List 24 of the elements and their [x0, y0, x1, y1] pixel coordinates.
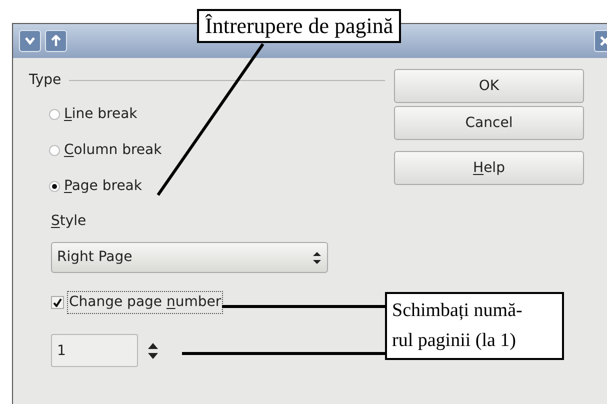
style-dropdown[interactable]: Right Page — [51, 242, 328, 273]
radio-label[interactable]: Column break — [64, 140, 162, 160]
dialog-button[interactable]: Help — [394, 151, 584, 185]
dialog-button[interactable]: OK — [394, 69, 584, 103]
callout-box: Schimbați numă- rul paginii (la 1) — [385, 292, 564, 360]
radio-label[interactable]: Page break — [64, 176, 142, 196]
callout-box: Întrerupere de pagină — [197, 9, 402, 43]
dialog-button[interactable]: Cancel — [394, 106, 584, 140]
radio-button[interactable] — [49, 180, 60, 192]
collapse-button[interactable] — [19, 30, 41, 52]
up-down-arrows-icon — [312, 250, 322, 264]
chevron-down-icon — [25, 37, 35, 45]
arrow-up-icon — [51, 35, 61, 47]
close-icon — [600, 36, 607, 46]
checkbox-label[interactable]: Change page number — [67, 291, 224, 314]
radio-label[interactable]: Line break — [64, 104, 138, 124]
radio-button[interactable] — [49, 144, 60, 156]
spin-arrows-icon — [147, 342, 159, 360]
checkbox[interactable] — [51, 296, 64, 309]
type-label: Type — [29, 71, 62, 90]
style-label: Style — [51, 212, 88, 231]
raise-button[interactable] — [45, 30, 67, 52]
radio-button[interactable] — [49, 108, 60, 120]
page-number-field[interactable]: 1 — [51, 334, 138, 367]
